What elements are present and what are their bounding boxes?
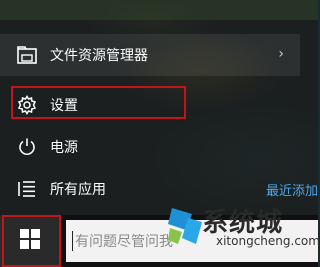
watermark-logo-icon <box>168 208 202 244</box>
power-label: 电源 <box>50 140 78 156</box>
list-icon <box>16 178 38 200</box>
settings-highlight-box <box>11 86 186 119</box>
file-explorer-item[interactable]: 文件资源管理器 › <box>0 34 300 76</box>
file-explorer-icon <box>16 44 38 66</box>
search-placeholder: 有问题尽管问我 <box>75 234 173 250</box>
power-icon <box>16 136 38 158</box>
start-highlight-box <box>2 215 61 267</box>
watermark-url: xitongcheng.com <box>216 234 320 248</box>
watermark: 系统城 xitongcheng.com <box>160 200 320 267</box>
all-apps-label: 所有应用 <box>50 182 106 198</box>
text-caret <box>72 231 73 251</box>
power-item[interactable]: 电源 <box>0 126 300 168</box>
chevron-right-icon[interactable]: › <box>278 46 284 62</box>
file-explorer-label: 文件资源管理器 <box>50 48 148 64</box>
recently-added-link[interactable]: 最近添加 <box>266 180 318 199</box>
menu-top-strip <box>0 0 318 20</box>
